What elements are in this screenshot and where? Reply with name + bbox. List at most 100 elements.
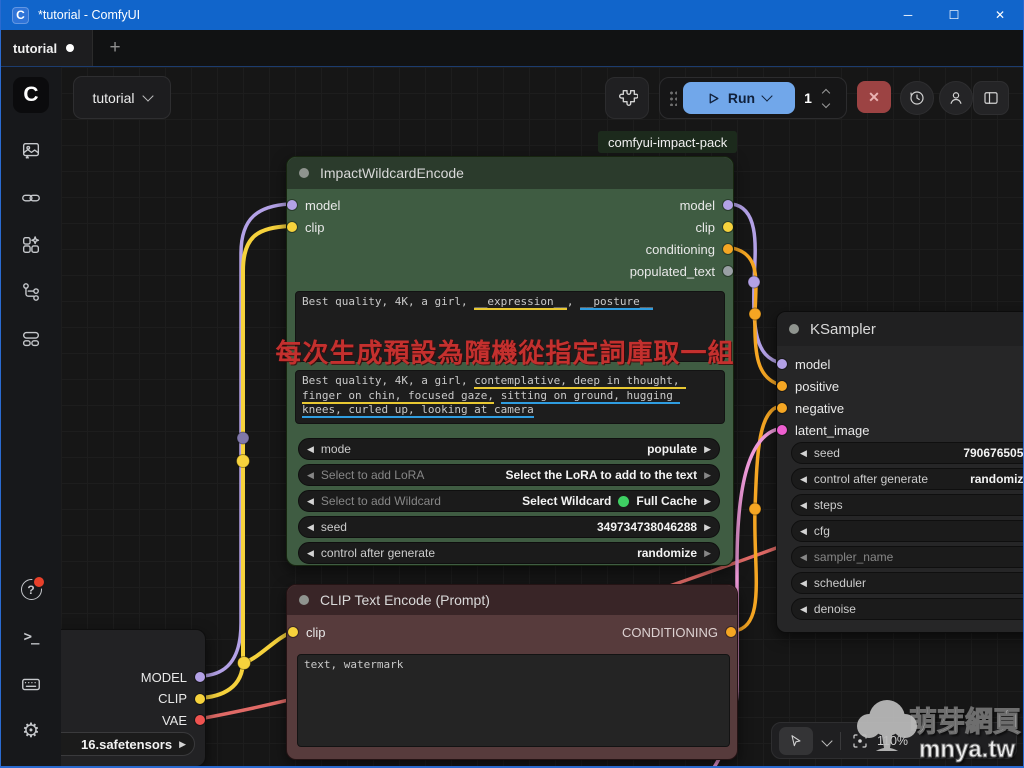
output-slot-conditioning[interactable]: CONDITIONING	[622, 621, 737, 643]
prev-arrow-icon[interactable]: ◀	[800, 448, 807, 459]
collapse-dot-icon[interactable]	[299, 595, 309, 605]
prev-arrow-icon[interactable]: ◀	[800, 552, 807, 563]
node-load-checkpoint[interactable]: MODEL CLIP VAE 16.safetensors ▶	[61, 629, 206, 766]
batch-count[interactable]: 1	[795, 90, 821, 106]
widget-select-to-add-wildcard[interactable]: ◀ Select to add Wildcard Select Wildcard Fu…	[298, 490, 720, 512]
sidebar-item-terminal-icon[interactable]: >_	[11, 613, 51, 660]
sidebar-item-help-icon[interactable]: ?	[11, 566, 51, 613]
chevron-down-icon[interactable]	[821, 734, 833, 747]
widget-select-to-add-lora[interactable]: ◀ Select to add LoRA Select the LoRA to ad…	[298, 464, 720, 486]
widget-scheduler[interactable]: ◀scheduler▶	[791, 572, 1023, 594]
widget-steps[interactable]: ◀steps▶	[791, 494, 1023, 516]
slot-dot[interactable]	[195, 693, 205, 704]
slot-dot[interactable]	[723, 222, 733, 232]
prev-arrow-icon[interactable]: ◀	[800, 578, 807, 589]
slot-dot[interactable]	[195, 715, 205, 725]
node-ksampler[interactable]: KSampler model positive negative latent_ima…	[776, 311, 1023, 633]
user-button[interactable]	[939, 81, 973, 115]
batch-stepper[interactable]	[821, 88, 831, 108]
slot-dot[interactable]	[287, 200, 297, 210]
input-slot-negative[interactable]: negative	[777, 397, 844, 419]
next-arrow-icon[interactable]: ▶	[704, 496, 711, 507]
output-slot-clip[interactable]: clip	[695, 216, 733, 238]
next-arrow-icon[interactable]: ▶	[704, 470, 711, 481]
maximize-button[interactable]: ☐	[931, 0, 977, 30]
slot-dot[interactable]	[777, 403, 787, 413]
slot-dot[interactable]	[777, 425, 787, 435]
collapse-dot-icon[interactable]	[789, 324, 799, 334]
close-button[interactable]: ✕	[977, 0, 1023, 30]
prev-arrow-icon[interactable]: ◀	[307, 548, 314, 559]
history-button[interactable]	[900, 81, 934, 115]
slot-dot[interactable]	[287, 222, 297, 232]
widget-mode[interactable]: ◀ mode populate ▶	[298, 438, 720, 460]
new-tab-button[interactable]: +	[93, 30, 137, 66]
slot-dot[interactable]	[777, 359, 787, 369]
widget-seed[interactable]: ◀seed7906765058▶	[791, 442, 1023, 464]
next-arrow-icon[interactable]: ▶	[704, 548, 711, 559]
slot-dot[interactable]	[723, 244, 733, 254]
slot-dot[interactable]	[777, 381, 787, 391]
prompt-text-input[interactable]: text, watermark	[297, 654, 730, 747]
slot-dot[interactable]	[288, 627, 298, 637]
output-slot-CLIP[interactable]: CLIP	[158, 688, 205, 710]
input-slot-clip[interactable]: clip	[287, 621, 326, 643]
next-arrow-icon[interactable]: ▶	[179, 739, 186, 750]
node-clip-text-encode[interactable]: CLIP Text Encode (Prompt) clip CONDITION…	[286, 584, 738, 760]
sidebar-item-keyboard-icon[interactable]	[11, 660, 51, 707]
node-header[interactable]: KSampler	[777, 312, 1023, 346]
output-slot-populated_text[interactable]: populated_text	[630, 260, 733, 282]
node-header[interactable]: ImpactWildcardEncode	[287, 157, 733, 189]
next-arrow-icon[interactable]: ▶	[704, 444, 711, 455]
output-slot-VAE[interactable]: VAE	[162, 709, 205, 731]
node-canvas[interactable]: tutorial Run 1 ✕ comfyui-impact-pack Imp…	[61, 67, 1023, 766]
sidebar-item-node-library-icon[interactable]	[11, 221, 51, 268]
prev-arrow-icon[interactable]: ◀	[800, 500, 807, 511]
prev-arrow-icon[interactable]: ◀	[307, 470, 314, 481]
sidebar-item-templates-icon[interactable]	[11, 315, 51, 362]
output-slot-model[interactable]: model	[680, 194, 733, 216]
collapse-dot-icon[interactable]	[299, 168, 309, 178]
node-header[interactable]: CLIP Text Encode (Prompt)	[287, 585, 737, 615]
slot-dot[interactable]	[726, 627, 736, 637]
widget-control-after-generate[interactable]: ◀control after generaterandomize▶	[298, 542, 720, 564]
input-slot-model[interactable]: model	[287, 194, 340, 216]
widget-cfg[interactable]: ◀cfg▶	[791, 520, 1023, 542]
prev-arrow-icon[interactable]: ◀	[800, 604, 807, 615]
prev-arrow-icon[interactable]: ◀	[307, 496, 314, 507]
input-slot-positive[interactable]: positive	[777, 375, 839, 397]
widget-control-after-generate[interactable]: ◀control after generaterandomize▶	[791, 468, 1023, 490]
zoom-level[interactable]: 110%	[877, 734, 908, 748]
minimize-button[interactable]: ─	[885, 0, 931, 30]
slot-dot[interactable]	[723, 266, 733, 276]
prev-arrow-icon[interactable]: ◀	[307, 522, 314, 533]
input-slot-latent_image[interactable]: latent_image	[777, 419, 869, 441]
fit-view-icon[interactable]	[851, 732, 869, 750]
drag-handle-icon[interactable]	[669, 90, 677, 106]
sidebar-item-workflows-icon[interactable]	[11, 268, 51, 315]
widget-seed[interactable]: ◀ seed 349734738046288 ▶	[298, 516, 720, 538]
prev-arrow-icon[interactable]: ◀	[800, 526, 807, 537]
slot-dot[interactable]	[195, 672, 205, 682]
input-slot-model[interactable]: model	[777, 353, 830, 375]
run-button[interactable]: Run	[683, 82, 795, 114]
populated-text-input[interactable]: Best quality, 4K, a girl, contemplative,…	[295, 370, 725, 424]
sidebar-item-image-gallery-icon[interactable]	[11, 127, 51, 174]
prev-arrow-icon[interactable]: ◀	[800, 474, 807, 485]
wildcard-text-input[interactable]: Best quality, 4K, a girl, __expression__…	[295, 291, 725, 362]
workflow-menu[interactable]: tutorial	[73, 76, 171, 119]
cursor-tool-button[interactable]	[779, 726, 813, 755]
slot-dot[interactable]	[723, 200, 733, 210]
widget-denoise[interactable]: ◀denoise▶	[791, 598, 1023, 620]
next-arrow-icon[interactable]: ▶	[704, 522, 711, 533]
cancel-button[interactable]: ✕	[857, 81, 891, 113]
prev-arrow-icon[interactable]: ◀	[307, 444, 314, 455]
manager-button[interactable]	[605, 77, 649, 119]
widget-sampler_name[interactable]: ◀sampler_name▶	[791, 546, 1023, 568]
output-slot-conditioning[interactable]: conditioning	[646, 238, 733, 260]
sidebar-item-model-library-icon[interactable]	[11, 174, 51, 221]
node-impact-wildcard-encode[interactable]: ImpactWildcardEncode model clip model clip c…	[286, 156, 734, 566]
tab-tutorial[interactable]: tutorial	[1, 30, 93, 66]
panel-toggle-button[interactable]	[973, 81, 1009, 115]
ckpt-name-widget[interactable]: 16.safetensors ▶	[61, 732, 195, 756]
